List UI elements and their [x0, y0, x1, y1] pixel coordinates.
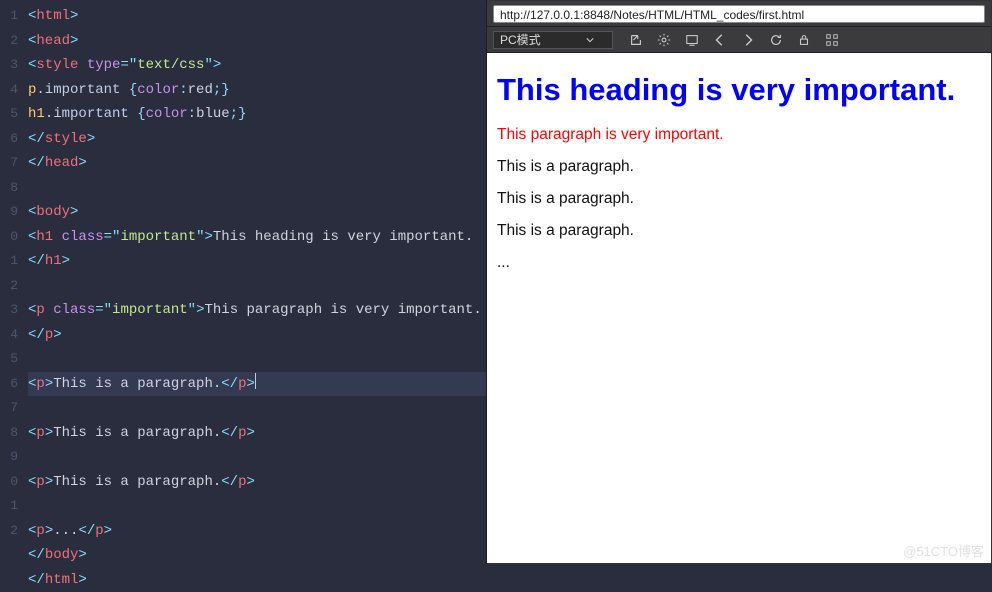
- code-line[interactable]: [28, 396, 486, 421]
- toolbar-row: PC模式: [487, 27, 991, 53]
- code-line[interactable]: <p>This is a paragraph.</p>: [28, 470, 486, 495]
- code-line[interactable]: </head>: [28, 151, 486, 176]
- code-line[interactable]: [28, 176, 486, 201]
- paragraph: This is a paragraph.: [497, 222, 981, 240]
- paragraph: This is a paragraph.: [497, 190, 981, 208]
- code-line[interactable]: [28, 494, 486, 519]
- line-number: 3: [0, 53, 22, 78]
- line-number: 8: [0, 176, 22, 201]
- line-number-gutter: 1234567890123456789012: [0, 0, 22, 564]
- code-line[interactable]: h1.important {color:blue;}: [28, 102, 486, 127]
- rendered-page: This heading is very important. This par…: [487, 53, 991, 563]
- paragraph: ...: [497, 254, 981, 272]
- code-line[interactable]: <style type="text/css">: [28, 53, 486, 78]
- line-number: 2: [0, 29, 22, 54]
- code-line[interactable]: <h1 class="important">This heading is ve…: [28, 225, 486, 274]
- line-number: 4: [0, 78, 22, 103]
- gear-icon[interactable]: [657, 33, 671, 47]
- code-editor[interactable]: 1234567890123456789012 <html><head><styl…: [0, 0, 487, 564]
- code-line[interactable]: <body>: [28, 200, 486, 225]
- lock-icon[interactable]: [797, 33, 811, 47]
- code-line[interactable]: <html>: [28, 4, 486, 29]
- code-line[interactable]: </html>: [28, 568, 486, 592]
- line-number: 5: [0, 102, 22, 127]
- code-line[interactable]: [28, 347, 486, 372]
- line-number: 1: [0, 249, 22, 274]
- code-area[interactable]: <html><head><style type="text/css">p.imp…: [22, 0, 486, 564]
- page-heading: This heading is very important.: [497, 71, 981, 108]
- address-bar[interactable]: http://127.0.0.1:8848/Notes/HTML/HTML_co…: [493, 5, 985, 23]
- code-line[interactable]: <p>This is a paragraph.</p>: [28, 421, 486, 446]
- toolbar-icons: [629, 33, 985, 47]
- address-bar-row: http://127.0.0.1:8848/Notes/HTML/HTML_co…: [487, 1, 991, 27]
- code-line[interactable]: p.important {color:red;}: [28, 78, 486, 103]
- line-number: 9: [0, 200, 22, 225]
- line-number: 6: [0, 127, 22, 152]
- line-number: 5: [0, 347, 22, 372]
- mode-select[interactable]: PC模式: [493, 31, 613, 49]
- code-line[interactable]: <head>: [28, 29, 486, 54]
- line-number: 7: [0, 151, 22, 176]
- paragraph: This is a paragraph.: [497, 158, 981, 176]
- code-line[interactable]: <p>This is a paragraph.</p>: [28, 372, 486, 397]
- code-line[interactable]: <p>...</p>: [28, 519, 486, 544]
- line-number: 7: [0, 396, 22, 421]
- line-number: 6: [0, 372, 22, 397]
- important-paragraph: This paragraph is very important.: [497, 126, 981, 144]
- line-number: 0: [0, 225, 22, 250]
- line-number: 4: [0, 323, 22, 348]
- forward-icon[interactable]: [741, 33, 755, 47]
- device-icon[interactable]: [685, 33, 699, 47]
- line-number: 2: [0, 274, 22, 299]
- refresh-icon[interactable]: [769, 33, 783, 47]
- line-number: 8: [0, 421, 22, 446]
- qr-icon[interactable]: [825, 33, 839, 47]
- line-number: 1: [0, 494, 22, 519]
- line-number: 1: [0, 4, 22, 29]
- chevron-down-icon: [586, 36, 594, 44]
- back-icon[interactable]: [713, 33, 727, 47]
- code-line[interactable]: [28, 445, 486, 470]
- code-line[interactable]: </style>: [28, 127, 486, 152]
- line-number: 9: [0, 445, 22, 470]
- code-line[interactable]: <p class="important">This paragraph is v…: [28, 298, 486, 347]
- code-line[interactable]: [28, 274, 486, 299]
- browser-preview: http://127.0.0.1:8848/Notes/HTML/HTML_co…: [487, 0, 992, 564]
- line-number: 0: [0, 470, 22, 495]
- mode-label: PC模式: [500, 31, 586, 48]
- line-number: 3: [0, 298, 22, 323]
- popout-icon[interactable]: [629, 33, 643, 47]
- line-number: 2: [0, 519, 22, 544]
